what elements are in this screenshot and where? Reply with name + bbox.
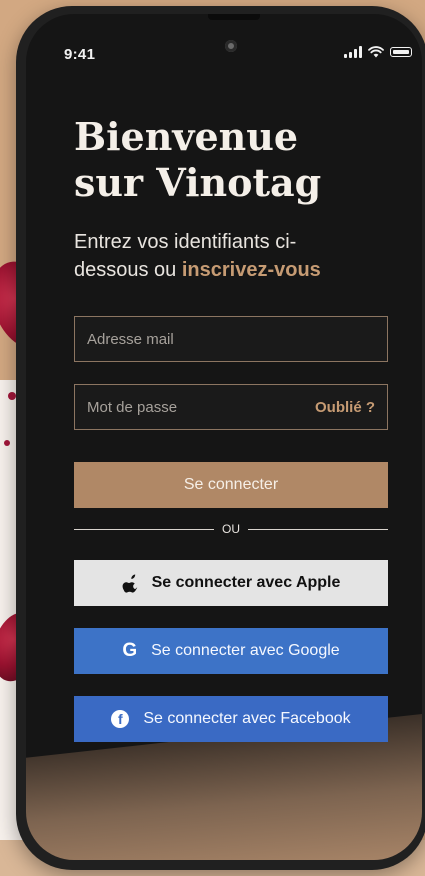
- google-icon: G: [122, 640, 138, 661]
- wifi-icon: [368, 46, 384, 58]
- google-login-label: Se connecter avec Google: [151, 642, 340, 659]
- forgot-password-link[interactable]: Oublié ?: [315, 399, 375, 416]
- phone-screen: 9:41 Bienvenue sur Vinotag Entrez vos id…: [26, 14, 422, 860]
- status-time: 9:41: [64, 46, 96, 63]
- page-subtitle: Entrez vos identifiants ci-dessous ou in…: [74, 228, 364, 284]
- email-placeholder: Adresse mail: [87, 330, 174, 348]
- facebook-login-label: Se connecter avec Facebook: [143, 710, 351, 727]
- wine-drop: [8, 392, 16, 400]
- page-title: Bienvenue sur Vinotag: [74, 114, 322, 205]
- apple-icon: [122, 574, 137, 593]
- status-icons: [344, 46, 412, 58]
- divider-label: OU: [222, 522, 240, 536]
- google-login-button[interactable]: G Se connecter avec Google: [74, 628, 388, 674]
- apple-login-button[interactable]: Se connecter avec Apple: [74, 560, 388, 606]
- signal-icon: [344, 46, 362, 58]
- divider-line-right: [248, 528, 388, 530]
- password-placeholder: Mot de passe: [87, 398, 178, 416]
- camera-icon: [225, 40, 237, 52]
- apple-login-label: Se connecter avec Apple: [151, 574, 341, 591]
- phone-frame: 9:41 Bienvenue sur Vinotag Entrez vos id…: [16, 6, 425, 870]
- or-divider: OU: [74, 522, 388, 536]
- phone-notch: [208, 14, 260, 20]
- signup-link[interactable]: inscrivez-vous: [182, 259, 321, 281]
- facebook-login-button[interactable]: f Se connecter avec Facebook: [74, 696, 388, 742]
- divider-line-left: [74, 528, 214, 530]
- wine-drop: [4, 440, 10, 446]
- password-field[interactable]: Mot de passe Oublié ?: [74, 384, 388, 430]
- login-button[interactable]: Se connecter: [74, 462, 388, 508]
- battery-icon: [390, 47, 412, 57]
- login-button-label: Se connecter: [183, 476, 279, 493]
- facebook-icon: f: [111, 710, 130, 728]
- email-field[interactable]: Adresse mail: [74, 316, 388, 362]
